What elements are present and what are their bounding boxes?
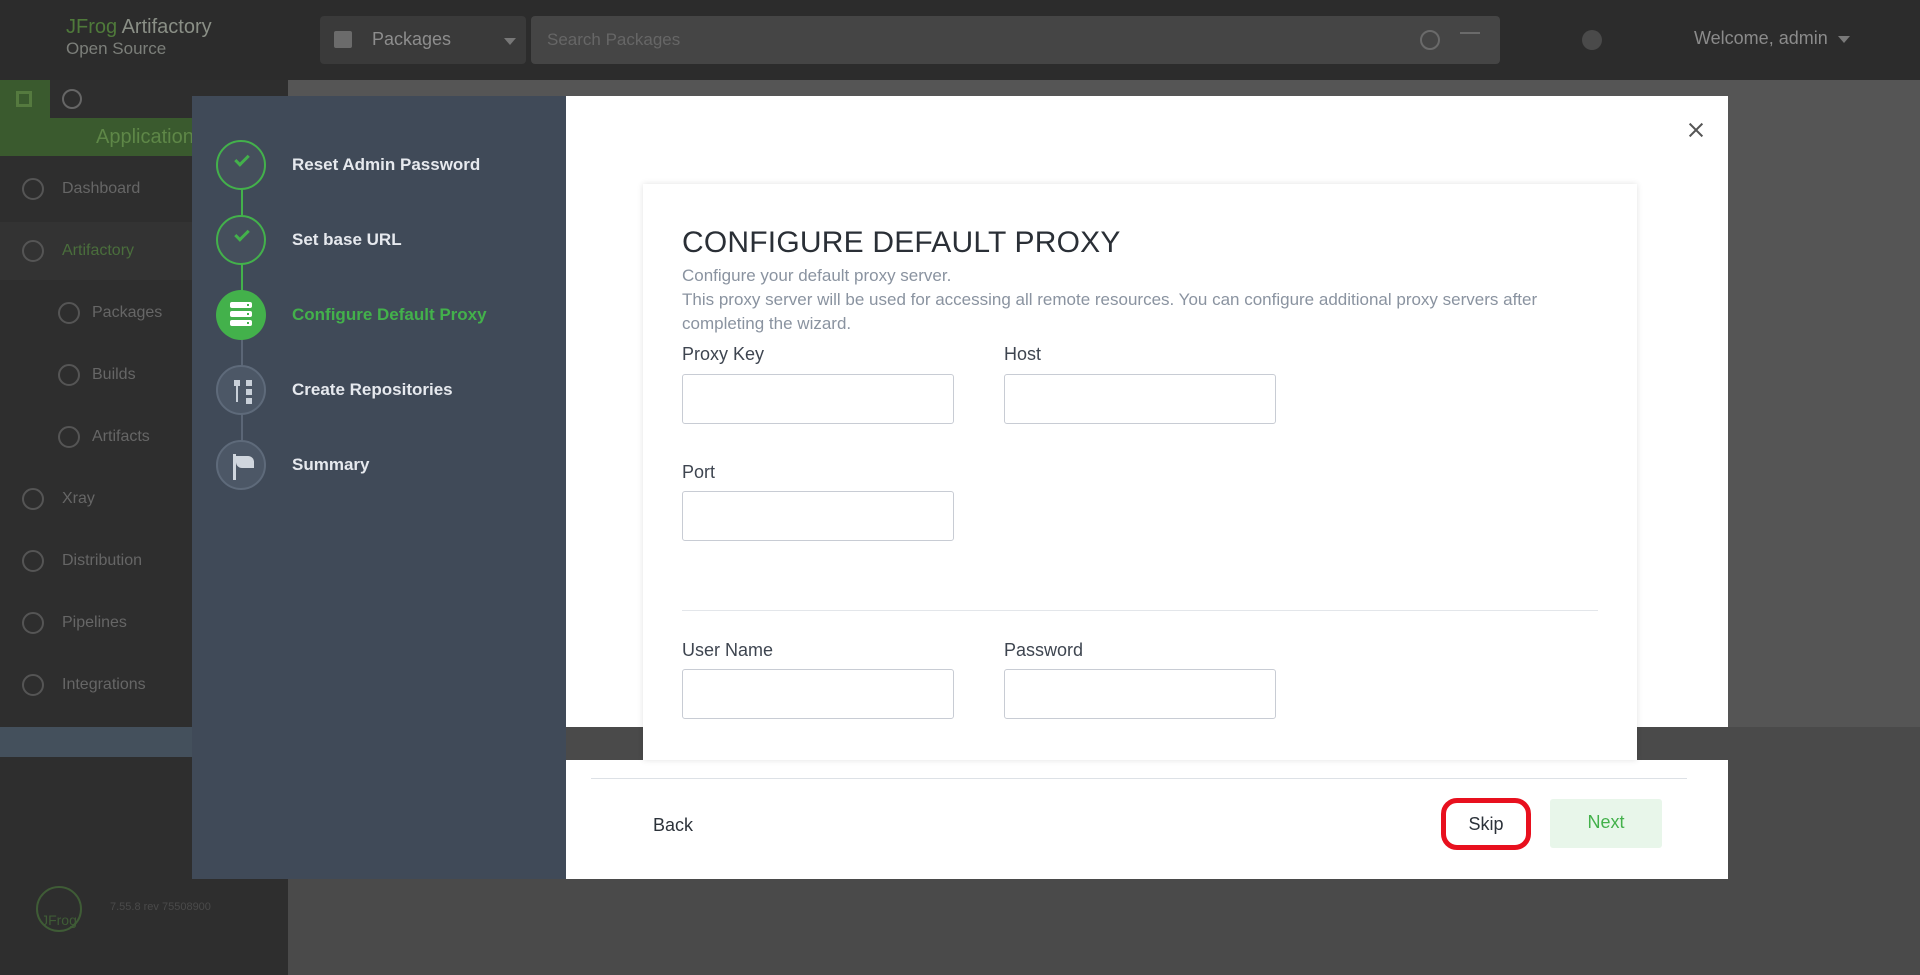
wizard-step-summary: Summary [216, 440, 556, 494]
host-label: Host [1004, 344, 1042, 364]
wizard-step-base-url: Set base URL [216, 215, 556, 269]
search-bar[interactable]: Search Packages [531, 16, 1500, 64]
version-text: 7.55.8 rev 75508900 [110, 901, 211, 913]
proxy-key-label: Proxy Key [682, 344, 765, 364]
port-input[interactable] [682, 491, 954, 541]
close-icon[interactable] [1683, 118, 1709, 144]
host-input[interactable] [1004, 374, 1276, 424]
step-status-circle [216, 440, 266, 490]
jfrog-footer-logo: JFrog [36, 886, 82, 932]
download-icon [22, 550, 44, 572]
password-input[interactable] [1004, 669, 1276, 719]
back-button[interactable]: Back [653, 815, 693, 836]
user-name-label: User Name [682, 640, 774, 660]
section-divider [682, 610, 1598, 611]
chevron-down-icon [1837, 35, 1850, 43]
proxy-config-card: CONFIGURE DEFAULT PROXY Configure your d… [643, 184, 1637, 760]
eye-icon [22, 488, 44, 510]
next-button[interactable]: Next [1550, 799, 1662, 848]
proxy-key-input[interactable] [682, 374, 954, 424]
step-label: Configure Default Proxy [292, 305, 487, 324]
search-placeholder: Search Packages [547, 30, 681, 49]
page-description: Configure your default proxy server. Thi… [682, 264, 1582, 336]
tab-application[interactable] [0, 80, 50, 118]
builds-icon [58, 364, 80, 386]
grid-icon [16, 91, 32, 107]
sidebar-item-label: Artifacts [92, 428, 150, 445]
description-line: This proxy server will be used for acces… [682, 290, 1538, 333]
package-icon [334, 31, 352, 48]
step-label: Set base URL [292, 230, 402, 249]
step-label: Create Repositories [292, 380, 453, 399]
chevron-down-icon [504, 38, 516, 45]
user-menu[interactable]: Welcome, admin [1694, 28, 1850, 49]
sidebar-item-label: Pipelines [62, 614, 127, 631]
page-title: CONFIGURE DEFAULT PROXY [682, 226, 1121, 259]
package-select-label: Packages [372, 29, 452, 49]
pipelines-icon [22, 612, 44, 634]
step-status-circle [216, 290, 266, 340]
description-line: Configure your default proxy server. [682, 266, 952, 285]
app-logo[interactable]: JFrog Artifactory Open Source [66, 16, 212, 60]
package-type-select[interactable]: Packages [320, 16, 526, 64]
welcome-text: Welcome, admin [1694, 28, 1828, 48]
logo-brand: JFrog [66, 16, 118, 38]
step-status-circle [216, 140, 266, 190]
wizard-step-default-proxy: Configure Default Proxy [216, 290, 556, 344]
repository-tree-icon [234, 380, 256, 404]
user-name-input[interactable] [682, 669, 954, 719]
search-icon[interactable] [1420, 30, 1440, 50]
sidebar-item-label: Builds [92, 366, 136, 383]
sidebar-item-label: Dashboard [62, 180, 141, 197]
sidebar-item-label: Packages [92, 304, 163, 321]
skip-button[interactable]: Skip [1441, 798, 1531, 850]
logo-edition: Open Source [66, 39, 167, 58]
integrations-icon [22, 674, 44, 696]
wizard-step-reset-password: Reset Admin Password [216, 140, 556, 194]
password-label: Password [1004, 640, 1084, 660]
top-bar: JFrog Artifactory Open Source Packages S… [0, 0, 1920, 80]
artifacts-icon [58, 426, 80, 448]
help-icon[interactable] [1582, 30, 1602, 50]
sidebar-item-label: Distribution [62, 552, 143, 569]
dashboard-icon [22, 178, 44, 200]
flag-icon [233, 454, 255, 480]
artifactory-icon [22, 240, 44, 262]
tab-administration[interactable] [62, 89, 82, 109]
sidebar-item-label: Xray [62, 490, 95, 507]
port-label: Port [682, 462, 716, 482]
step-status-circle [216, 215, 266, 265]
wizard-step-create-repositories: Create Repositories [216, 365, 556, 419]
logo-product: Artifactory [121, 16, 212, 38]
server-icon [230, 302, 252, 328]
footer-divider [591, 778, 1687, 779]
step-label: Reset Admin Password [292, 155, 481, 174]
check-icon [234, 226, 250, 242]
filter-icon[interactable] [1460, 32, 1480, 46]
sidebar-item-label: Artifactory [62, 242, 135, 259]
package-icon [58, 302, 80, 324]
sidebar-item-label: Integrations [62, 676, 146, 693]
check-icon [234, 151, 250, 167]
step-label: Summary [292, 455, 370, 474]
step-status-circle [216, 365, 266, 415]
